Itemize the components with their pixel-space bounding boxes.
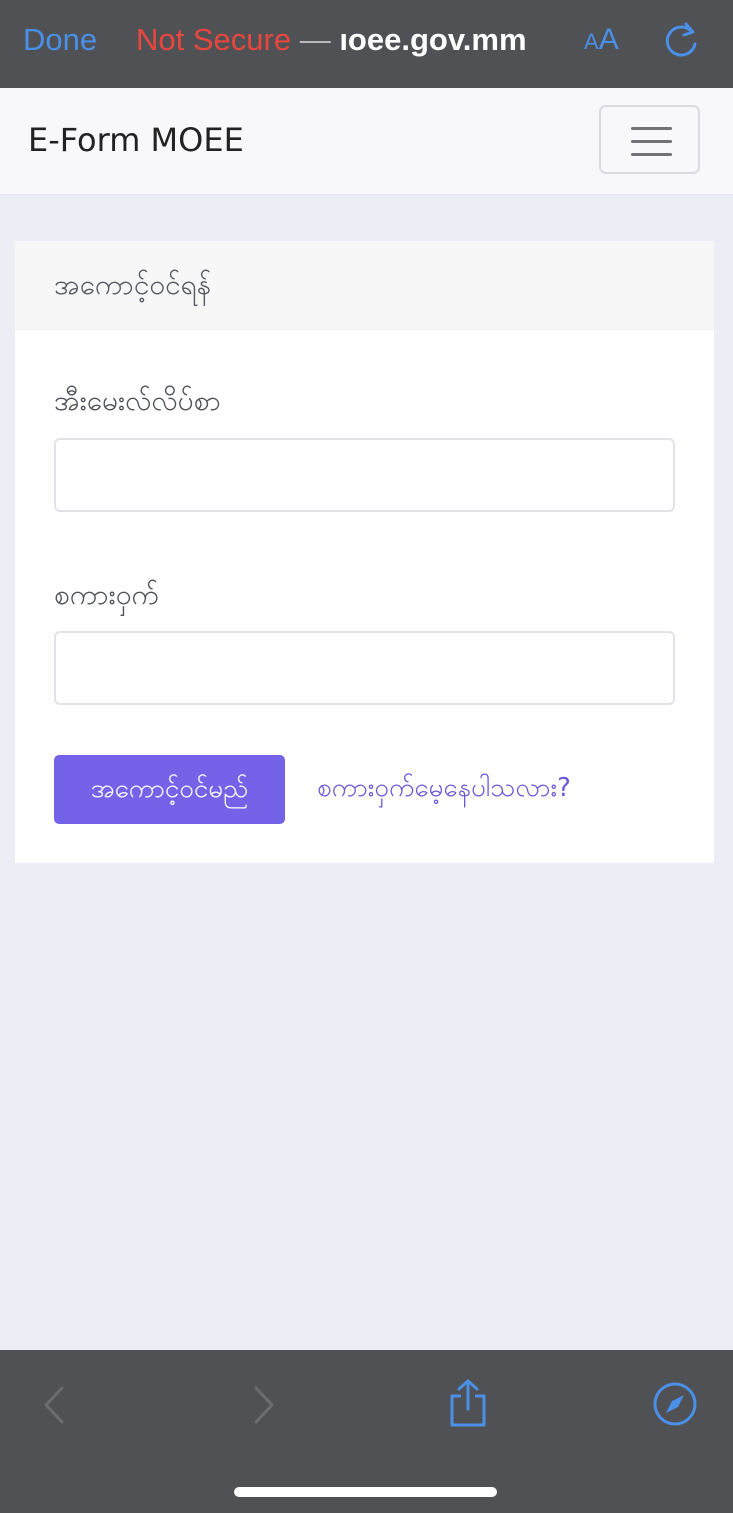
- text-size-large-glyph: A: [598, 23, 619, 56]
- compass-icon[interactable]: [652, 1381, 698, 1427]
- done-button[interactable]: Done: [23, 20, 97, 60]
- forgot-password-link[interactable]: စကားဝှက်မေ့နေပါသလား?: [317, 766, 571, 810]
- reload-icon[interactable]: [662, 20, 700, 60]
- back-icon[interactable]: [40, 1385, 68, 1425]
- site-navbar: E-Form MOEE: [0, 88, 733, 195]
- text-size-small-glyph: A: [584, 29, 599, 54]
- security-warning: Not Secure: [136, 22, 292, 57]
- browser-bottom-toolbar: [0, 1350, 733, 1513]
- forward-icon[interactable]: [250, 1385, 278, 1425]
- password-label: စကားဝှက်: [54, 578, 159, 611]
- brand-link[interactable]: E-Form MOEE: [28, 118, 244, 162]
- navbar-toggler-button[interactable]: [599, 105, 700, 174]
- url-host: ıoee.gov.mm: [339, 22, 527, 57]
- text-size-button[interactable]: AA: [584, 22, 619, 63]
- browser-top-bar: Done Not Secure — ıoee.gov.mm AA: [0, 0, 733, 88]
- card-title: အကောင့်ဝင်ရန်: [54, 268, 212, 301]
- url-separator: —: [291, 22, 340, 57]
- hamburger-icon: [631, 127, 672, 130]
- hamburger-icon: [631, 153, 672, 156]
- login-button[interactable]: အကောင့်ဝင်မည်: [54, 755, 285, 824]
- card-header: အကောင့်ဝင်ရန်: [15, 241, 714, 330]
- home-indicator: [234, 1487, 497, 1497]
- email-field[interactable]: [54, 438, 675, 512]
- address-bar[interactable]: Not Secure — ıoee.gov.mm: [136, 20, 556, 60]
- email-label: အီးမေးလ်လိပ်စာ: [54, 384, 221, 417]
- hamburger-icon: [631, 140, 672, 143]
- password-field[interactable]: [54, 631, 675, 705]
- share-icon[interactable]: [446, 1378, 490, 1428]
- login-card: အကောင့်ဝင်ရန် အီးမေးလ်လိပ်စာ စကားဝှက် အက…: [15, 241, 714, 863]
